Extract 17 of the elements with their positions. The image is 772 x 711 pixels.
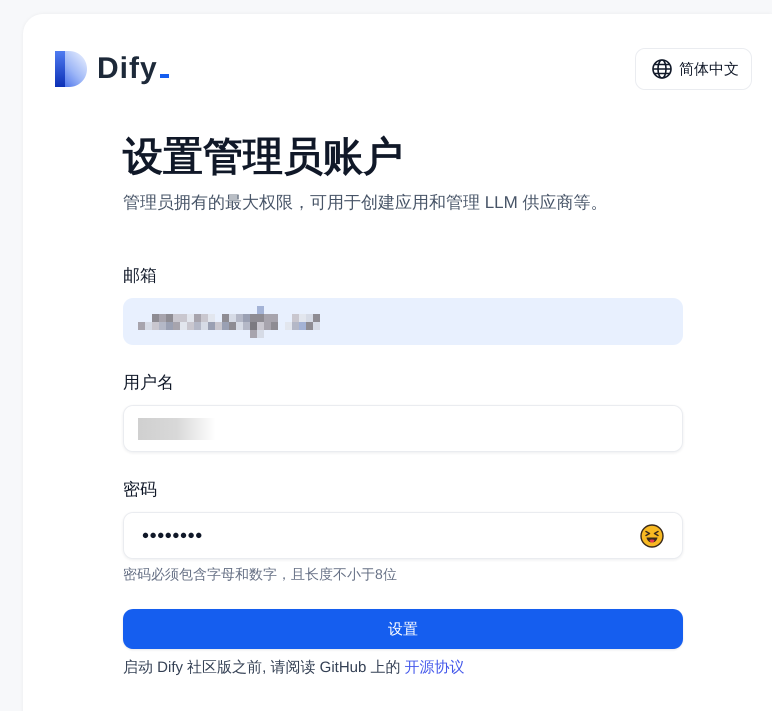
email-field[interactable] (123, 298, 683, 345)
password-hint: 密码必须包含字母和数字，且长度不小于8位 (123, 565, 398, 584)
field-label: 邮箱 (123, 265, 158, 287)
username-field[interactable] (123, 405, 683, 452)
field-label: 密码 (123, 479, 158, 501)
password-field[interactable]: •••••••• (123, 512, 683, 559)
license-link[interactable]: 开源协议 (404, 659, 465, 676)
language-button[interactable]: 简体中文 (635, 48, 752, 90)
tongue-face-icon[interactable] (640, 524, 664, 548)
logo-wordmark: Dify (97, 51, 169, 87)
page-subtitle: 管理员拥有的最大权限，可用于创建应用和管理 LLM 供应商等。 (123, 192, 609, 214)
page-title: 设置管理员账户 (123, 134, 404, 181)
logo-icon (55, 51, 87, 87)
agreement-notice: 启动 Dify 社区版之前, 请阅读 GitHub 上的 开源协议 (123, 658, 466, 678)
globe-icon (652, 59, 672, 79)
submit-button[interactable]: 设置 (123, 609, 683, 649)
field-label: 用户名 (123, 372, 175, 394)
